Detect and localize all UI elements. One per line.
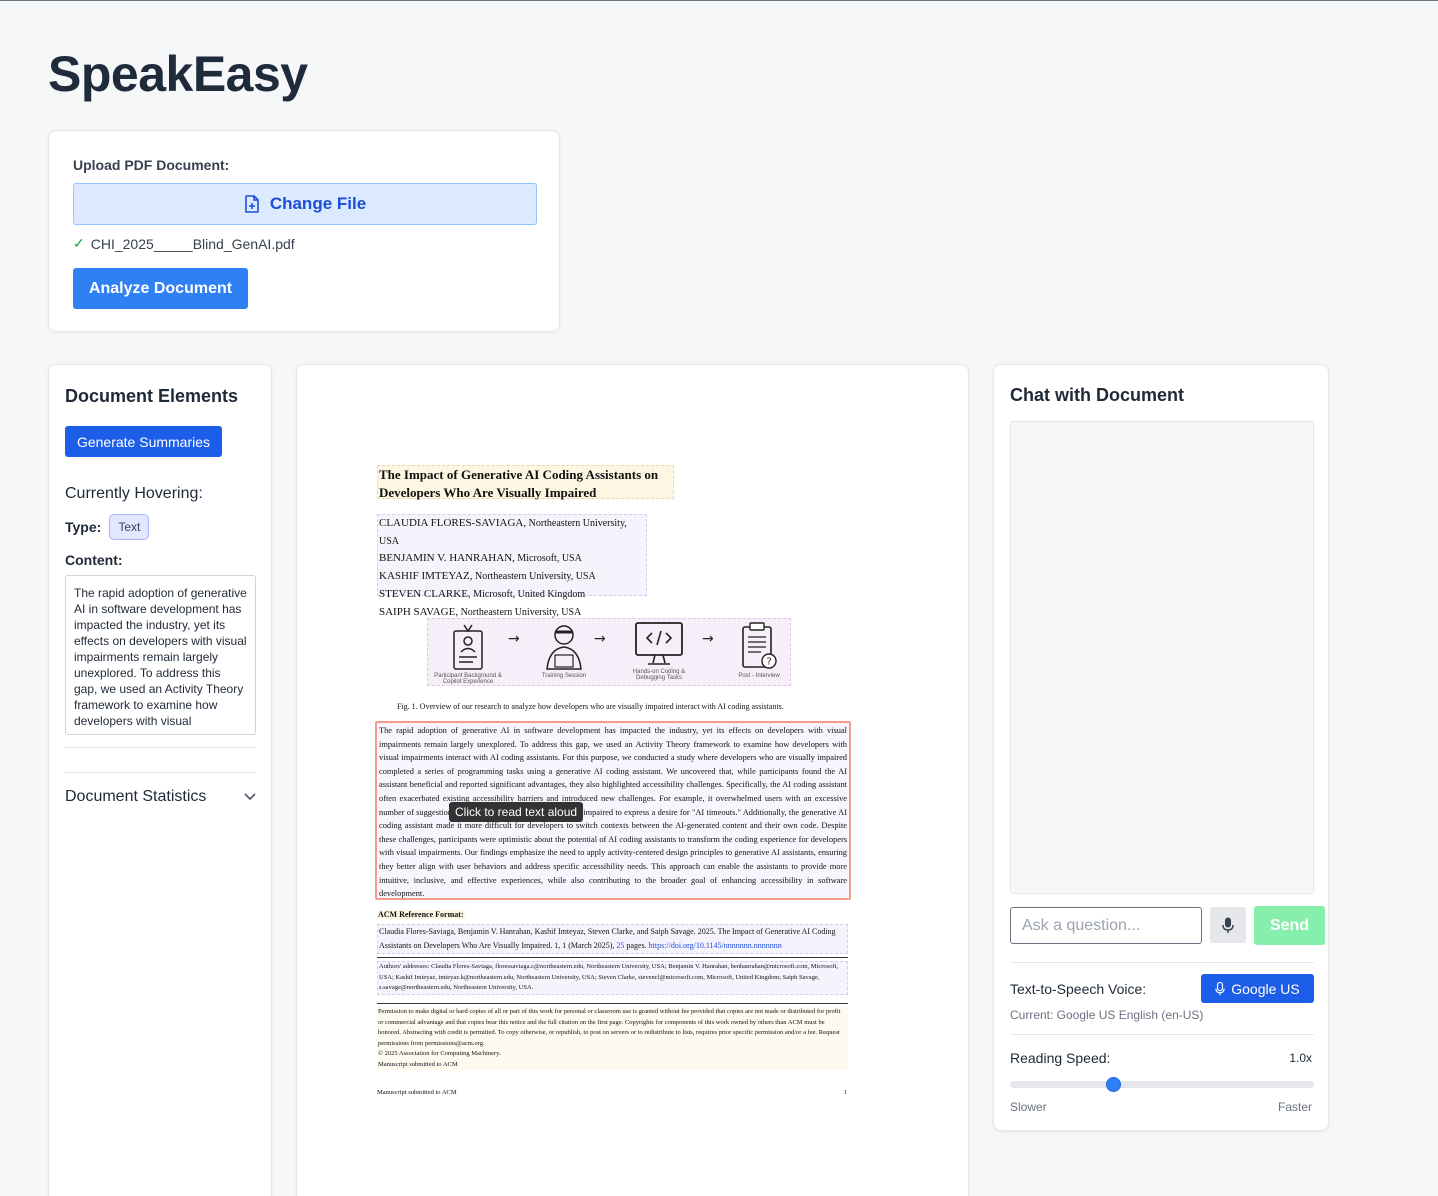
document-statistics-label: Document Statistics: [65, 788, 207, 805]
figure-step-label: Participant Background & Copilot Experie…: [434, 673, 502, 685]
author-affiliation: Northeastern University, USA: [475, 571, 596, 583]
figure-step-label: Hands-on Coding & Debugging Tasks: [632, 669, 686, 681]
author-name: KASHIF IMTEYAZ,: [379, 570, 473, 583]
clipboard-question-icon: ?: [742, 622, 777, 669]
voice-select-label: Google US: [1231, 980, 1300, 997]
type-label: Type:: [65, 519, 102, 535]
page-number: 1: [844, 1089, 848, 1096]
arrow-right-icon: →: [594, 631, 606, 647]
author-line: CLAUDIA FLORES-SAVIAGA, Northeastern Uni…: [379, 515, 645, 550]
id-badge-icon: [453, 624, 483, 670]
chat-messages-area[interactable]: [1010, 421, 1314, 894]
permission-notice[interactable]: Permission to make digital or hard copie…: [377, 1007, 848, 1070]
author-addresses[interactable]: Authors' addresses: Claudia Flores-Savia…: [377, 961, 848, 995]
figure-caption[interactable]: Fig. 1. Overview of our research to anal…: [397, 702, 784, 711]
microphone-icon: [1222, 917, 1234, 933]
type-badge: Text: [109, 514, 150, 540]
divider: [377, 1003, 848, 1004]
upload-label: Upload PDF Document:: [73, 157, 230, 173]
type-row: Type: Text: [65, 514, 150, 540]
author-name: BENJAMIN V. HANRAHAN,: [379, 552, 515, 565]
figure-step: ? Post - Interview: [728, 621, 790, 679]
author-line: STEVEN CLARKE, Microsoft, United Kingdom: [379, 586, 645, 604]
abstract-block-highlighted[interactable]: The rapid adoption of generative AI in s…: [375, 721, 851, 900]
question-input[interactable]: [1010, 907, 1202, 944]
reading-speed-value: 1.0x: [1289, 1051, 1312, 1065]
chat-panel: Chat with Document Send Text-to-Speech V…: [993, 364, 1329, 1131]
elements-heading: Document Elements: [65, 386, 239, 406]
reference-pages-number: 25: [616, 941, 625, 950]
copyright-text: © 2025 Association for Computing Machine…: [378, 1050, 501, 1057]
send-button[interactable]: Send: [1254, 906, 1325, 945]
generate-summaries-button[interactable]: Generate Summaries: [65, 426, 222, 457]
upload-panel: Upload PDF Document: Change File ✓ CHI_2…: [48, 130, 560, 332]
reading-speed-label: Reading Speed:: [1010, 1050, 1111, 1066]
analyze-document-button[interactable]: Analyze Document: [73, 268, 248, 309]
acm-reference-text[interactable]: Claudia Flores-Saviaga, Benjamin V. Hanr…: [377, 924, 848, 954]
svg-text:?: ?: [767, 657, 772, 668]
read-aloud-tooltip: Click to read text aloud: [449, 802, 584, 822]
pdf-figure-block[interactable]: Participant Background & Copilot Experie…: [427, 618, 791, 686]
page-footer-left: Manuscript submitted to ACM: [377, 1089, 457, 1096]
monitor-code-icon: [635, 622, 683, 665]
app-title: SpeakEasy: [48, 46, 308, 102]
divider: [377, 957, 848, 958]
voice-input-button[interactable]: [1210, 907, 1246, 943]
change-file-label: Change File: [269, 194, 367, 213]
acm-reference-heading[interactable]: ACM Reference Format:: [377, 910, 465, 919]
author-line: BENJAMIN V. HANRAHAN, Microsoft, USA: [379, 550, 645, 568]
slower-label: Slower: [1010, 1100, 1047, 1114]
arrow-right-icon: →: [508, 631, 520, 647]
pdf-viewer: The Impact of Generative AI Coding Assis…: [296, 364, 969, 1196]
author-affiliation: Northeastern University, USA: [460, 606, 582, 618]
microphone-icon: [1215, 981, 1225, 995]
doi-link[interactable]: https://doi.org/10.1145/nnnnnnn.nnnnnnn: [649, 941, 782, 950]
author-affiliation: Microsoft, USA: [517, 553, 582, 565]
check-icon: ✓: [73, 235, 85, 251]
author-name: CLAUDIA FLORES-SAVIAGA,: [379, 517, 527, 529]
developer-icon: [546, 625, 582, 670]
file-name: CHI_2025_____Blind_GenAI.pdf: [90, 235, 295, 252]
author-name: STEVEN CLARKE,: [379, 587, 471, 600]
reading-speed-slider[interactable]: [1010, 1077, 1314, 1092]
chat-heading: Chat with Document: [1010, 385, 1184, 405]
pdf-title-block[interactable]: The Impact of Generative AI Coding Assis…: [377, 465, 674, 500]
figure-step-label: Post - Interview: [738, 673, 780, 679]
voice-select-button[interactable]: Google US: [1201, 974, 1314, 1003]
selected-file: ✓ CHI_2025_____Blind_GenAI.pdf: [73, 235, 295, 252]
author-line: KASHIF IMTEYAZ, Northeastern University,…: [379, 568, 645, 586]
content-label: Content:: [65, 552, 123, 568]
reference-pages-word: pages.: [626, 941, 647, 950]
file-plus-icon: [245, 195, 259, 213]
author-name: SAIPH SAVAGE,: [379, 605, 459, 618]
slider-thumb[interactable]: [1105, 1077, 1121, 1092]
divider: [65, 747, 256, 748]
figure-step: Participant Background & Copilot Experie…: [430, 621, 506, 685]
figure-step: Hands-on Coding & Debugging Tasks: [624, 621, 694, 681]
faster-label: Faster: [1277, 1100, 1312, 1114]
content-preview[interactable]: The rapid adoption of generative AI in s…: [65, 575, 256, 735]
tts-voice-label: Text-to-Speech Voice:: [1010, 981, 1147, 997]
arrow-right-icon: →: [702, 631, 714, 647]
change-file-button[interactable]: Change File: [73, 183, 537, 225]
document-statistics-toggle[interactable]: Document Statistics: [65, 788, 256, 806]
chevron-down-icon: [244, 793, 256, 801]
pdf-authors-block[interactable]: CLAUDIA FLORES-SAVIAGA, Northeastern Uni…: [377, 514, 647, 618]
document-elements-panel: Document Elements Generate Summaries Cur…: [48, 364, 272, 1196]
figure-step-label: Training Session: [541, 673, 587, 679]
author-affiliation: Microsoft, United Kingdom: [473, 588, 586, 600]
divider: [1010, 962, 1314, 963]
manuscript-text: Manuscript submitted to ACM: [378, 1060, 458, 1068]
permission-text: Permission to make digital or hard copie…: [378, 1008, 841, 1047]
current-voice: Current: Google US English (en-US): [1010, 1008, 1204, 1022]
divider: [1010, 1034, 1314, 1035]
currently-hovering-label: Currently Hovering:: [65, 485, 203, 502]
figure-step: Training Session: [532, 621, 596, 679]
divider: [65, 772, 256, 773]
